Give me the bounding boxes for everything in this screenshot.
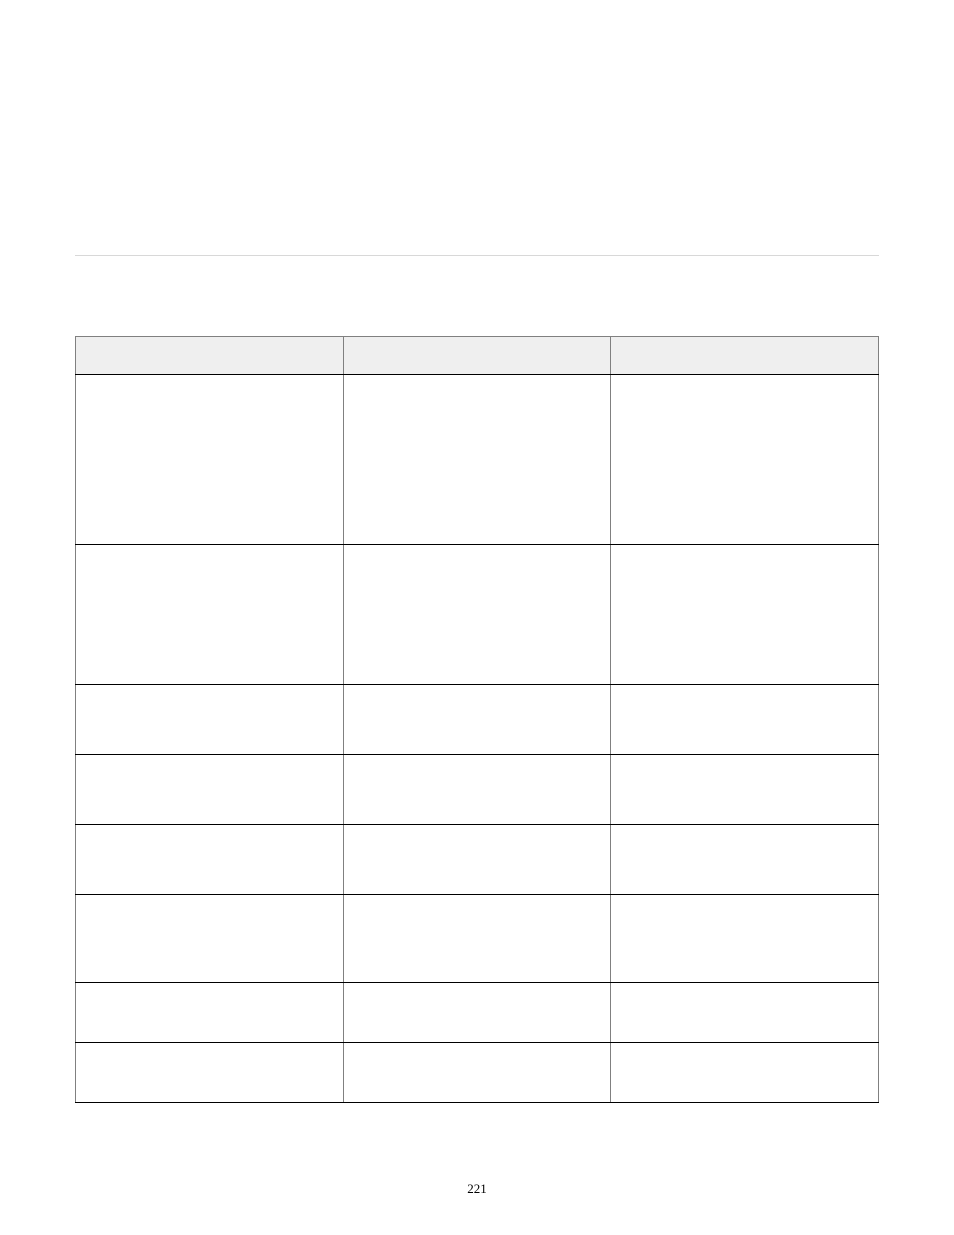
table-row bbox=[76, 895, 879, 983]
table-cell bbox=[343, 545, 611, 685]
table-cell bbox=[343, 825, 611, 895]
table-cell bbox=[76, 545, 344, 685]
table-row bbox=[76, 545, 879, 685]
table-cell bbox=[343, 983, 611, 1043]
table-cell bbox=[343, 755, 611, 825]
document-page bbox=[0, 0, 954, 1163]
table-cell bbox=[76, 895, 344, 983]
table-row bbox=[76, 685, 879, 755]
table-cell bbox=[611, 755, 879, 825]
table-cell bbox=[611, 825, 879, 895]
table-row bbox=[76, 375, 879, 545]
table-cell bbox=[611, 545, 879, 685]
table-cell bbox=[343, 375, 611, 545]
table-cell bbox=[611, 1043, 879, 1103]
table-cell bbox=[76, 685, 344, 755]
table-cell bbox=[76, 983, 344, 1043]
table-cell bbox=[343, 685, 611, 755]
table-cell bbox=[611, 685, 879, 755]
table-row bbox=[76, 755, 879, 825]
table-cell bbox=[343, 895, 611, 983]
table-cell bbox=[611, 375, 879, 545]
data-table bbox=[75, 336, 879, 1103]
table-header-cell bbox=[343, 337, 611, 375]
table-row bbox=[76, 983, 879, 1043]
table-cell bbox=[76, 755, 344, 825]
table-row bbox=[76, 825, 879, 895]
table-header-cell bbox=[76, 337, 344, 375]
table-header-cell bbox=[611, 337, 879, 375]
table-header-row bbox=[76, 337, 879, 375]
table-cell bbox=[76, 1043, 344, 1103]
table-cell bbox=[343, 1043, 611, 1103]
header-divider bbox=[75, 255, 879, 256]
table-cell bbox=[611, 895, 879, 983]
table-cell bbox=[76, 375, 344, 545]
table-row bbox=[76, 1043, 879, 1103]
table-cell bbox=[76, 825, 344, 895]
table-cell bbox=[611, 983, 879, 1043]
page-number: 221 bbox=[0, 1181, 954, 1197]
